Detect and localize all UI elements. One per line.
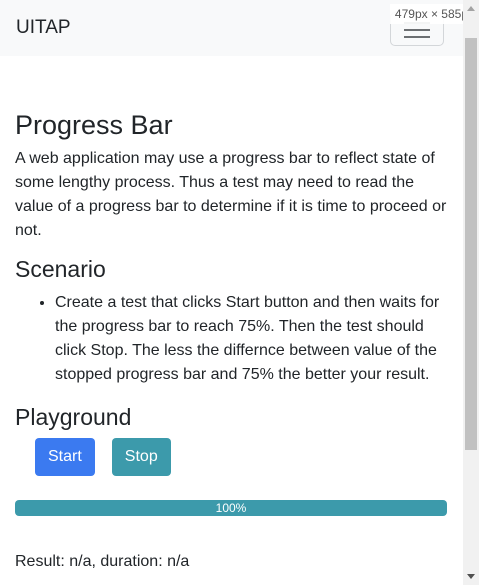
progress-bar: 100% (15, 500, 447, 516)
scenario-list: Create a test that clicks Start button a… (15, 291, 447, 387)
scroll-down-arrow-icon[interactable] (467, 574, 475, 579)
scenario-item: Create a test that clicks Start button a… (55, 291, 447, 387)
main-content: Progress Bar A web application may use a… (15, 108, 447, 574)
result-text: Result: n/a, duration: n/a (15, 553, 190, 570)
stop-button[interactable]: Stop (111, 438, 171, 476)
scrollbar-thumb[interactable] (465, 38, 477, 450)
progress-bar-fill: 100% (15, 500, 447, 516)
start-button[interactable]: Start (35, 438, 95, 476)
playground-heading: Playground (15, 404, 132, 430)
scroll-up-arrow-icon[interactable] (467, 6, 475, 11)
navbar-brand[interactable]: UITAP (16, 17, 71, 39)
playground-buttons: Start Stop (15, 438, 447, 476)
page-title: Progress Bar (15, 110, 173, 140)
scenario-heading: Scenario (15, 256, 106, 282)
page-description: A web application may use a progress bar… (15, 150, 447, 239)
